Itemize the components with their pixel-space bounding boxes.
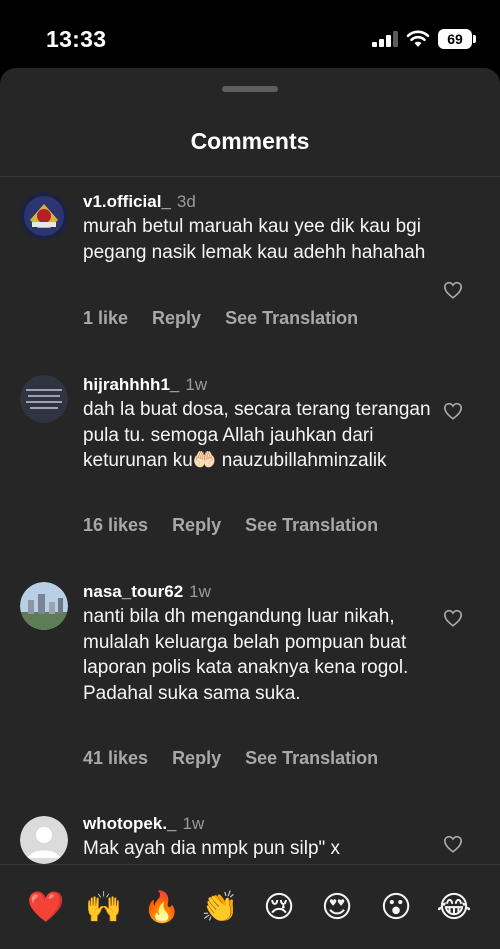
comment-actions: 16 likes Reply See Translation: [83, 515, 402, 536]
comment-age: 1w: [182, 814, 205, 833]
reply-button[interactable]: Reply: [172, 748, 221, 768]
emoji-reaction-bar: ❤️ 🙌 🔥 👏 😢 😍 😮 😂: [0, 864, 500, 949]
battery-level: 69: [438, 29, 472, 49]
header-divider: [0, 176, 500, 177]
sheet-grabber[interactable]: [222, 86, 278, 92]
comment-header: nasa_tour62 1w: [83, 582, 211, 602]
heart-icon[interactable]: [443, 835, 463, 853]
sheet-title: Comments: [190, 128, 310, 154]
avatar[interactable]: [20, 816, 68, 864]
avatar[interactable]: [20, 582, 68, 630]
reply-button[interactable]: Reply: [152, 308, 201, 328]
like-count[interactable]: 1 like: [83, 308, 128, 328]
comment-text: nanti bila dh mengandung luar nikah, mul…: [83, 606, 409, 704]
heart-icon[interactable]: [443, 281, 463, 299]
crying-emoji-button[interactable]: 😢: [259, 891, 299, 925]
see-translation-button[interactable]: See Translation: [225, 308, 358, 328]
avatar[interactable]: [20, 192, 68, 240]
avatar[interactable]: [20, 375, 68, 423]
fire-emoji-button[interactable]: 🔥: [142, 891, 182, 925]
status-time: 13:33: [46, 26, 107, 52]
comment-age: 1w: [185, 375, 208, 394]
comment-header: hijrahhhh1_ 1w: [83, 375, 207, 395]
clapping-emoji-button[interactable]: 👏: [200, 891, 240, 925]
like-count[interactable]: 16 likes: [83, 515, 148, 535]
comment-text: murah betul maruah kau yee dik kau bgi p…: [83, 216, 426, 263]
comment-username[interactable]: hijrahhhh1_: [83, 375, 179, 394]
comments-sheet: Comments v1.official_ 3d murah betul maru…: [0, 68, 500, 949]
comment-actions: 41 likes Reply See Translation: [83, 748, 402, 769]
surprised-emoji-button[interactable]: 😮: [376, 891, 416, 925]
heart-eyes-emoji-button[interactable]: 😍: [317, 891, 357, 925]
comment-header: v1.official_ 3d: [83, 192, 196, 212]
heart-icon[interactable]: [443, 609, 463, 627]
comment-text: Mak ayah dia nmpk pun silp" x: [83, 838, 341, 859]
comment-text: dah la buat dosa, secara terang terangan…: [83, 399, 431, 471]
cellular-signal-icon: [372, 31, 398, 47]
comment-username[interactable]: nasa_tour62: [83, 582, 183, 601]
status-bar: 13:33 69: [0, 0, 500, 68]
comment-actions: 1 like Reply See Translation: [83, 308, 382, 329]
wifi-icon: [406, 30, 430, 47]
laughing-emoji-button[interactable]: 😂: [434, 891, 474, 925]
heart-emoji-button[interactable]: ❤️: [26, 891, 66, 925]
battery-nub: [473, 35, 476, 43]
comment-header: whotopek._ 1w: [83, 814, 204, 834]
comment-username[interactable]: whotopek._: [83, 814, 177, 833]
comment-username[interactable]: v1.official_: [83, 192, 171, 211]
comment-age: 1w: [189, 582, 211, 601]
see-translation-button[interactable]: See Translation: [245, 748, 378, 768]
raised-hands-emoji-button[interactable]: 🙌: [84, 891, 124, 925]
comment-age: 3d: [176, 192, 196, 211]
heart-icon[interactable]: [443, 402, 463, 420]
see-translation-button[interactable]: See Translation: [245, 515, 378, 535]
reply-button[interactable]: Reply: [172, 515, 221, 535]
like-count[interactable]: 41 likes: [83, 748, 148, 768]
